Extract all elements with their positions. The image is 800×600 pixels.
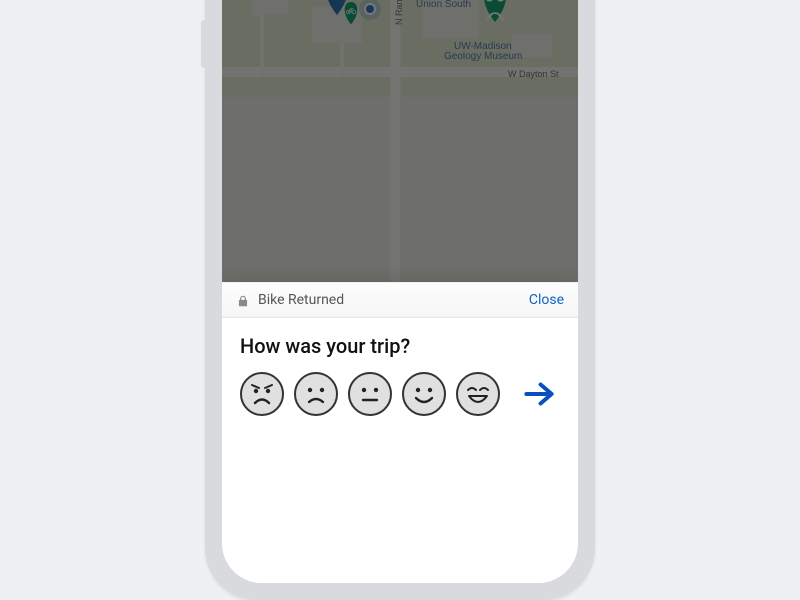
rating-neutral[interactable] bbox=[348, 372, 392, 416]
trip-feedback-sheet: Bike Returned Close How was your trip? bbox=[222, 282, 578, 583]
close-button[interactable]: Close bbox=[529, 292, 564, 308]
sheet-status-text: Bike Returned bbox=[258, 292, 529, 308]
svg-text:Union South: Union South bbox=[416, 0, 471, 10]
sheet-header: Bike Returned Close bbox=[222, 283, 578, 318]
svg-text:W Dayton St: W Dayton St bbox=[508, 69, 559, 79]
rating-grin[interactable] bbox=[456, 372, 500, 416]
phone-screen: University ofWisconsin-Madison Observato… bbox=[222, 0, 578, 583]
rating-sad[interactable] bbox=[294, 372, 338, 416]
rating-row bbox=[240, 372, 560, 416]
svg-text:UW-MadisonGeology Museum: UW-MadisonGeology Museum bbox=[444, 41, 522, 62]
next-arrow-button[interactable] bbox=[518, 373, 560, 415]
feedback-prompt: How was your trip? bbox=[240, 334, 560, 358]
svg-text:N Randall Ave: N Randall Ave bbox=[394, 0, 404, 25]
lock-icon bbox=[236, 293, 250, 307]
phone-side-button bbox=[201, 20, 205, 68]
rating-angry[interactable] bbox=[240, 372, 284, 416]
phone-frame: University ofWisconsin-Madison Observato… bbox=[205, 0, 595, 600]
rating-happy[interactable] bbox=[402, 372, 446, 416]
map[interactable]: University ofWisconsin-Madison Observato… bbox=[222, 0, 578, 282]
